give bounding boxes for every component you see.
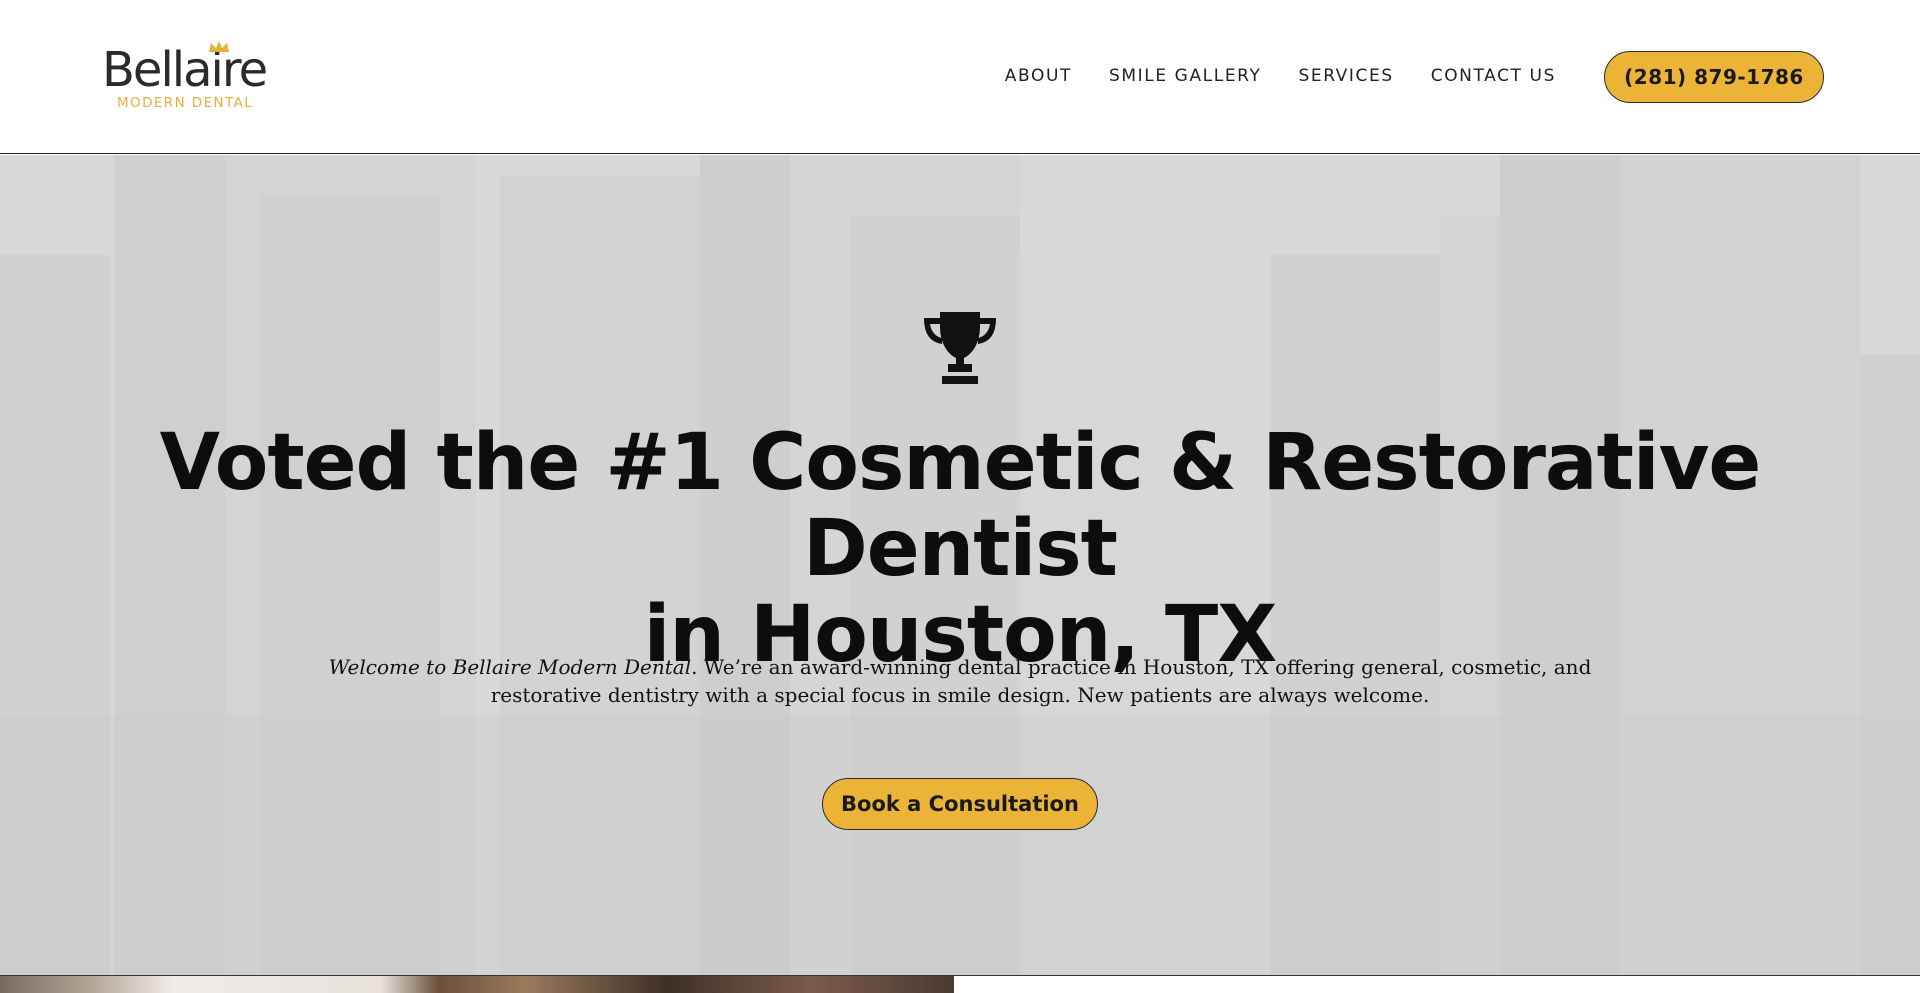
hero-headline-line1: Voted the #1 Cosmetic & Restorative Dent… xyxy=(159,418,1762,594)
trophy-icon xyxy=(924,312,996,384)
logo-wordmark: Bellaire xyxy=(102,42,268,98)
book-consultation-button[interactable]: Book a Consultation xyxy=(822,778,1098,830)
nav-about[interactable]: ABOUT xyxy=(1005,64,1072,88)
nav-smile-gallery[interactable]: SMILE GALLERY xyxy=(1109,64,1261,88)
nav-contact-us[interactable]: CONTACT US xyxy=(1431,64,1556,88)
site-header: Bellaire MODERN DENTAL ABOUT SMILE GALLE… xyxy=(0,0,1920,154)
logo-subtitle: MODERN DENTAL xyxy=(117,95,254,111)
nav-services[interactable]: SERVICES xyxy=(1298,64,1393,88)
main-nav: ABOUT SMILE GALLERY SERVICES CONTACT US xyxy=(968,64,1556,88)
hero-intro: Welcome to Bellaire Modern Dental. We’re… xyxy=(310,653,1610,709)
hero-intro-italic: Welcome to Bellaire Modern Dental xyxy=(328,655,692,679)
logo[interactable]: Bellaire MODERN DENTAL xyxy=(102,41,282,114)
hero-headline: Voted the #1 Cosmetic & Restorative Dent… xyxy=(60,420,1860,678)
hero-section: Voted the #1 Cosmetic & Restorative Dent… xyxy=(0,155,1920,975)
phone-button[interactable]: (281) 879-1786 xyxy=(1604,51,1824,103)
next-section-photo xyxy=(0,976,954,993)
crown-icon xyxy=(209,41,229,52)
next-section-peek xyxy=(0,975,1920,993)
